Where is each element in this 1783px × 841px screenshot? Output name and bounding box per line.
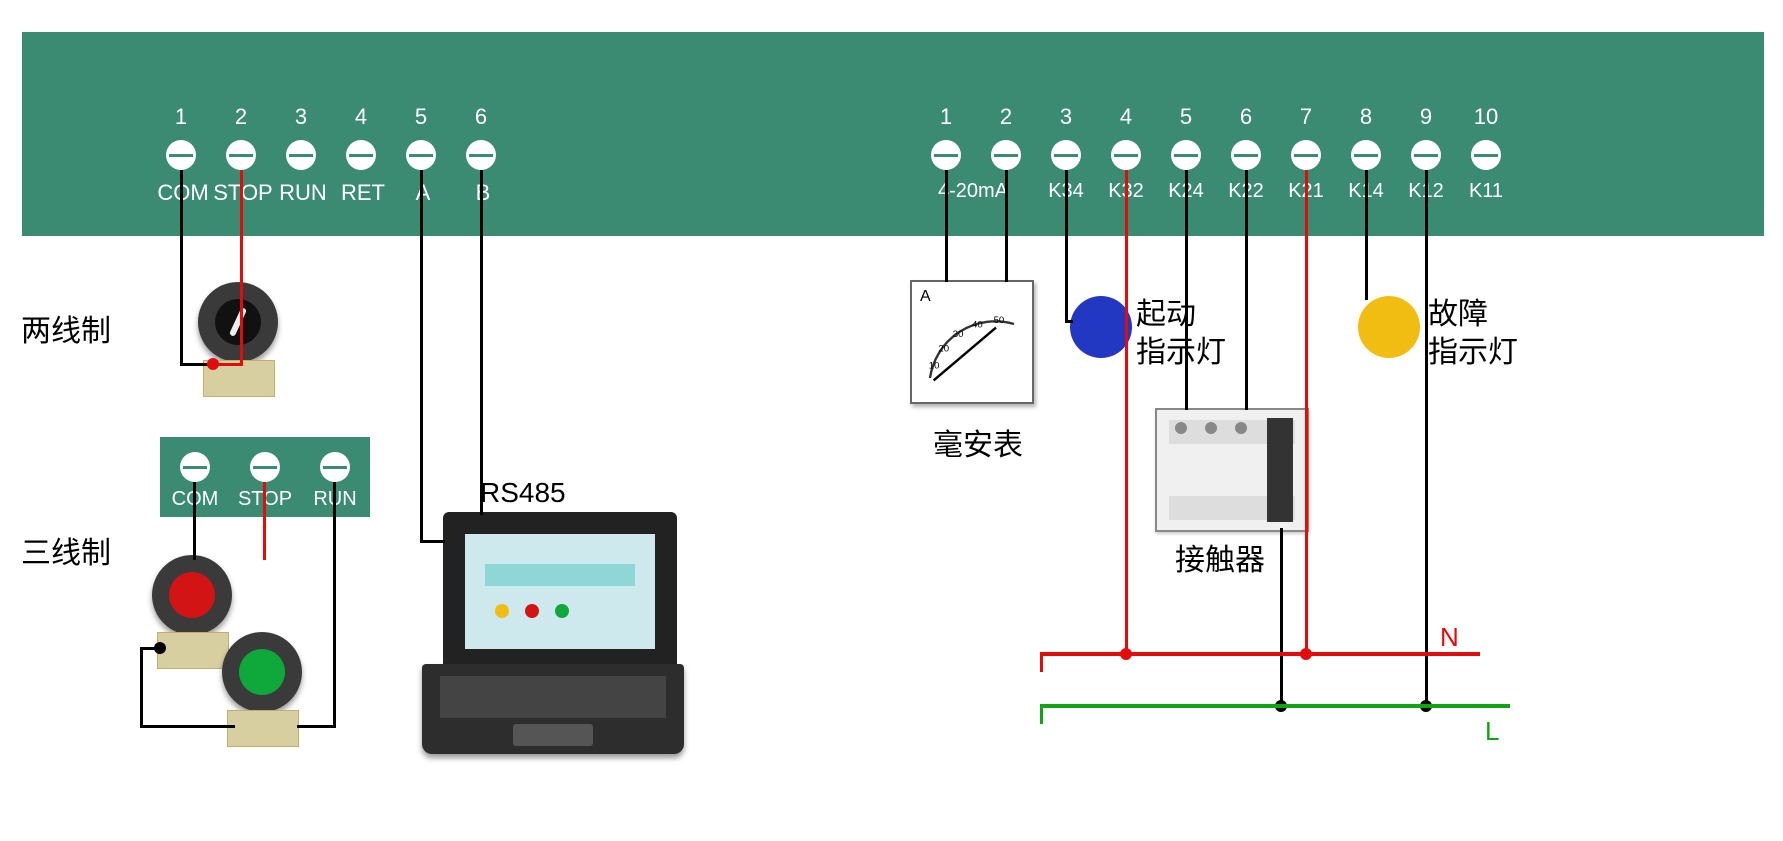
wire-k32-v — [1125, 170, 1128, 654]
wire-two-stop-v — [240, 170, 243, 365]
n-bus-tail — [1040, 652, 1043, 672]
right-term-num-1: 1 — [916, 104, 976, 130]
wire-k12-v — [1425, 170, 1428, 706]
wire-tw-loop-v — [140, 647, 143, 727]
three-wire-stop-button — [152, 555, 232, 635]
wire-k22-v2 — [1280, 528, 1283, 706]
left-term-num-1: 1 — [151, 104, 211, 130]
right-term-screw-6 — [1231, 140, 1261, 170]
wire-a-h — [420, 540, 445, 543]
laptop-keyboard — [422, 664, 684, 754]
wire-two-com-h — [180, 363, 210, 366]
right-term-lbl-10: K11 — [1456, 180, 1516, 203]
wire-tw-com-v — [193, 482, 196, 560]
wire-k21-v — [1305, 170, 1308, 654]
tw-screw-3 — [320, 452, 350, 482]
right-term-num-2: 2 — [976, 104, 1036, 130]
left-term-num-5: 5 — [391, 104, 451, 130]
right-term-screw-7 — [1291, 140, 1321, 170]
right-term-num-9: 9 — [1396, 104, 1456, 130]
left-term-screw-3 — [286, 140, 316, 170]
right-term-num-6: 6 — [1216, 104, 1276, 130]
svg-text:50: 50 — [994, 315, 1005, 326]
svg-text:20: 20 — [938, 344, 949, 355]
right-term-lbl-1: 4-20mA — [938, 180, 1038, 203]
left-term-num-3: 3 — [271, 104, 331, 130]
right-term-num-3: 3 — [1036, 104, 1096, 130]
right-term-screw-3 — [1051, 140, 1081, 170]
svg-text:30: 30 — [953, 329, 964, 340]
wire-a-v — [420, 170, 423, 540]
milliammeter-label: 毫安表 — [933, 420, 1023, 464]
wire-k24-v — [1185, 170, 1188, 410]
svg-text:40: 40 — [972, 320, 983, 331]
node-two-wire — [207, 358, 219, 370]
left-term-screw-4 — [346, 140, 376, 170]
wire-tw-run-h — [297, 725, 336, 728]
rs485-label: RS485 — [480, 477, 566, 509]
n-bus-label: N — [1440, 622, 1459, 653]
l-bus — [1040, 704, 1510, 708]
right-term-screw-8 — [1351, 140, 1381, 170]
right-term-screw-5 — [1171, 140, 1201, 170]
left-term-lbl-6: B — [443, 180, 523, 206]
n-bus — [1040, 652, 1480, 656]
contactor-label: 接触器 — [1175, 535, 1265, 579]
wire-tw-run-v — [333, 482, 336, 727]
two-wire-switch — [198, 282, 278, 362]
right-term-screw-4 — [1111, 140, 1141, 170]
wire-k22-v1 — [1245, 170, 1248, 410]
l-bus-label: L — [1485, 716, 1499, 747]
milliammeter: A 10 20 30 40 50 — [910, 280, 1034, 404]
wire-ma2 — [1005, 170, 1008, 282]
fault-lamp-label: 故障 指示灯 — [1428, 296, 1518, 372]
right-term-screw-1 — [931, 140, 961, 170]
three-wire-run-button — [222, 632, 302, 712]
contactor — [1155, 408, 1309, 532]
three-wire-stop-base — [157, 632, 229, 669]
right-term-num-4: 4 — [1096, 104, 1156, 130]
wire-k14-v — [1365, 170, 1368, 300]
left-term-num-2: 2 — [211, 104, 271, 130]
svg-text:10: 10 — [929, 360, 940, 371]
left-term-screw-2 — [226, 140, 256, 170]
left-term-num-6: 6 — [451, 104, 511, 130]
right-term-num-8: 8 — [1336, 104, 1396, 130]
start-lamp — [1070, 296, 1132, 358]
tw-screw-2 — [250, 452, 280, 482]
tw-screw-1 — [180, 452, 210, 482]
right-term-num-10: 10 — [1456, 104, 1516, 130]
right-term-num-7: 7 — [1276, 104, 1336, 130]
three-wire-run-base — [227, 710, 299, 747]
start-lamp-label: 起动 指示灯 — [1136, 296, 1226, 372]
wire-ma1 — [945, 170, 948, 282]
wiring-diagram: 1 2 3 4 5 6 COM STOP RUN RET A B 1 2 3 4… — [0, 0, 1783, 841]
l-bus-tail — [1040, 704, 1043, 724]
left-term-screw-1 — [166, 140, 196, 170]
wire-tw-stop-v — [263, 482, 266, 560]
wire-two-com-v — [180, 170, 183, 365]
node-tw — [154, 642, 166, 654]
left-term-screw-5 — [406, 140, 436, 170]
right-term-screw-9 — [1411, 140, 1441, 170]
right-term-num-5: 5 — [1156, 104, 1216, 130]
right-term-screw-10 — [1471, 140, 1501, 170]
left-term-num-4: 4 — [331, 104, 391, 130]
left-term-screw-6 — [466, 140, 496, 170]
wire-k34-v — [1065, 170, 1068, 320]
wire-tw-loop-h — [140, 725, 235, 728]
right-term-screw-2 — [991, 140, 1021, 170]
wire-k34-h — [1065, 320, 1073, 323]
wire-b-v — [480, 170, 483, 515]
laptop-screen — [443, 512, 677, 671]
three-wire-label: 三线制 — [21, 528, 111, 572]
two-wire-label: 两线制 — [21, 306, 111, 350]
fault-lamp — [1358, 296, 1420, 358]
